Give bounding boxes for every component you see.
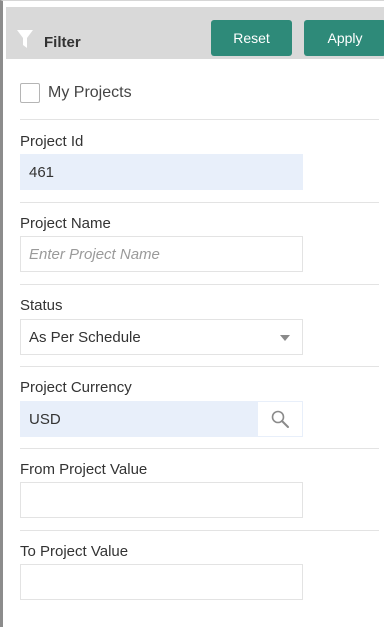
filter-title: Filter	[44, 34, 81, 51]
project-id-label: Project Id	[20, 133, 84, 150]
filter-icon	[17, 30, 33, 48]
project-name-field[interactable]: Enter Project Name	[20, 236, 303, 272]
project-currency-label: Project Currency	[20, 379, 132, 396]
my-projects-label: My Projects	[48, 84, 132, 101]
my-projects-row[interactable]: My Projects	[20, 81, 132, 105]
project-name-placeholder: Enter Project Name	[29, 245, 160, 263]
filter-header: Filter Reset Apply	[6, 7, 384, 59]
divider	[20, 530, 379, 531]
divider	[20, 284, 379, 285]
divider	[20, 119, 379, 120]
reset-button[interactable]: Reset	[211, 20, 292, 56]
divider	[20, 202, 379, 203]
divider	[20, 366, 379, 367]
apply-button[interactable]: Apply	[304, 20, 384, 56]
to-project-value-field[interactable]	[20, 564, 303, 600]
status-select[interactable]: As Per Schedule	[20, 319, 303, 355]
chevron-down-icon[interactable]	[280, 335, 290, 341]
status-label: Status	[20, 297, 63, 314]
status-value: As Per Schedule	[29, 328, 141, 346]
divider	[20, 448, 379, 449]
search-icon	[271, 410, 289, 428]
from-project-value-field[interactable]	[20, 482, 303, 518]
my-projects-checkbox[interactable]	[20, 83, 40, 103]
filter-panel: Filter Reset Apply My Projects Project I…	[0, 0, 384, 627]
project-id-value: 461	[29, 163, 55, 181]
from-project-value-label: From Project Value	[20, 461, 148, 478]
project-currency-field[interactable]: USD	[20, 401, 303, 437]
currency-lookup-button[interactable]	[258, 402, 302, 436]
to-project-value-label: To Project Value	[20, 543, 129, 560]
project-currency-value: USD	[29, 410, 61, 428]
project-name-label: Project Name	[20, 215, 111, 232]
project-id-field[interactable]: 461	[20, 154, 303, 190]
